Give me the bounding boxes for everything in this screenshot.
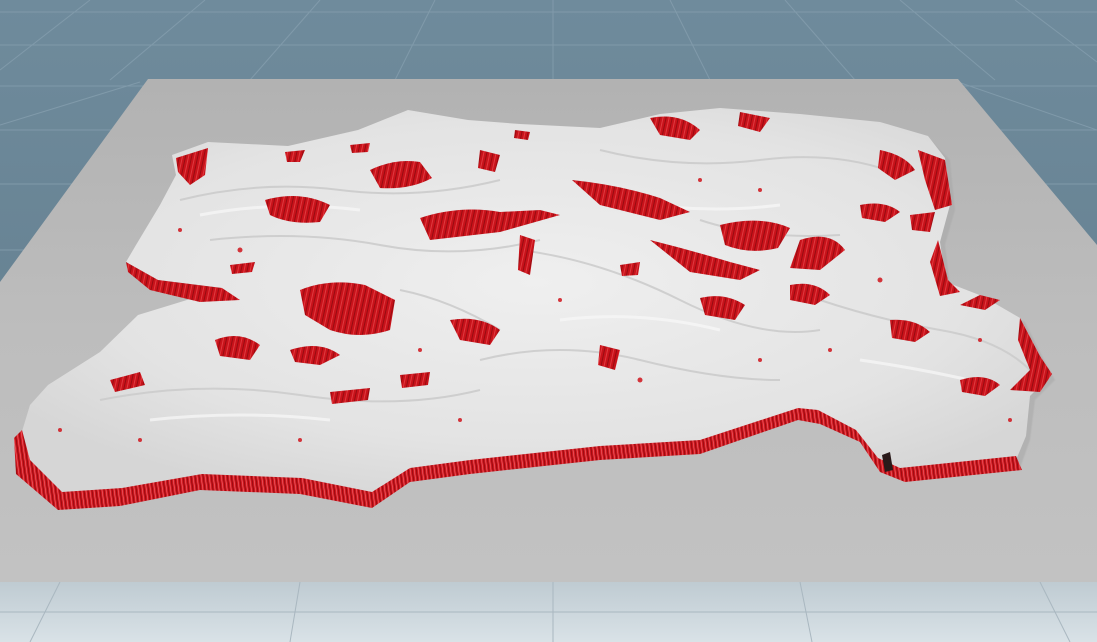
viewport-canvas[interactable] (0, 0, 1097, 642)
axis-gizmo-icon (553, 0, 593, 14)
3d-viewport[interactable] (0, 0, 1097, 642)
